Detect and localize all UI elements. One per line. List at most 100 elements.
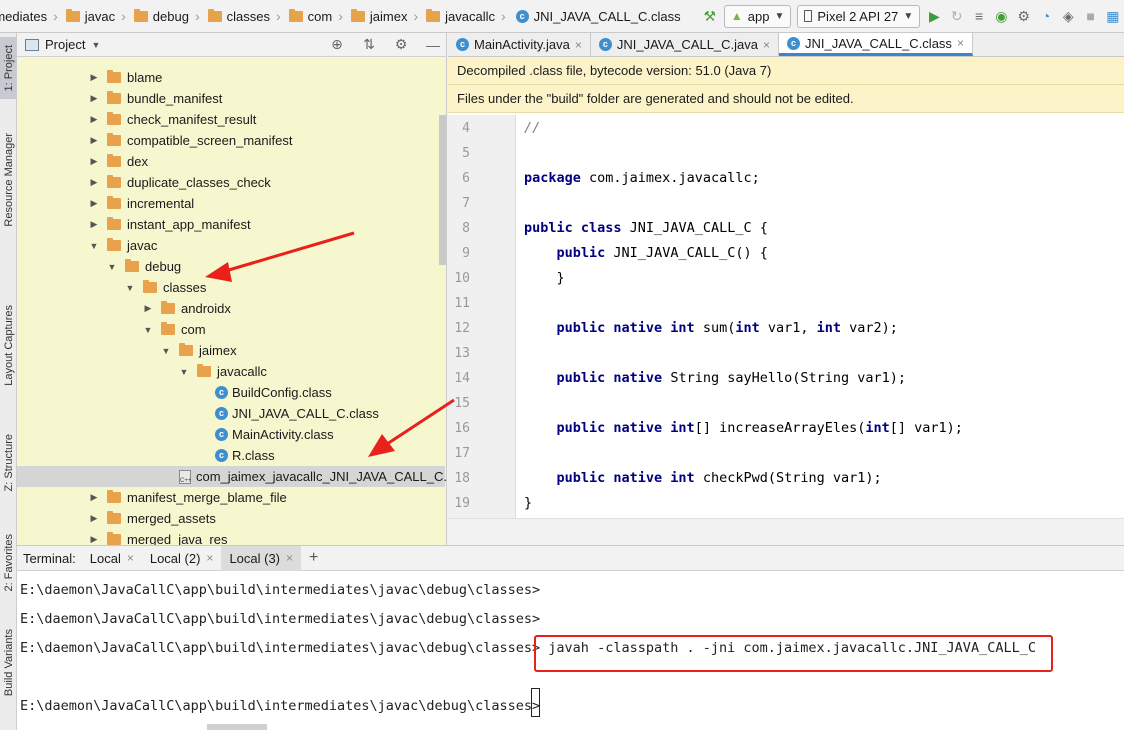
close-icon[interactable]: × <box>127 551 134 565</box>
close-icon[interactable]: × <box>206 551 213 565</box>
gear-icon[interactable]: ⚙ <box>388 36 414 53</box>
collapse-arrow-icon[interactable]: ▶ <box>89 513 99 524</box>
tree-row[interactable]: ▶ dex <box>17 151 445 172</box>
project-scrollbar[interactable] <box>439 115 446 265</box>
tree-row[interactable]: ▶ compatible_screen_manifest <box>17 130 445 151</box>
collapse-arrow-icon[interactable]: ▶ <box>89 156 99 167</box>
expand-arrow-icon[interactable]: ▼ <box>161 346 171 356</box>
code-area[interactable]: 4 5 6 7 8 9 10 11 12 13 14 15 16 17 18 19 // package com… <box>448 115 1124 545</box>
project-tool-tab[interactable]: 1: Project <box>0 37 17 99</box>
resource-manager-tab[interactable]: Resource Manager <box>0 125 17 235</box>
device-select[interactable]: Pixel 2 API 27 ▼ <box>797 4 921 28</box>
tree-row[interactable]: ▼ jaimex <box>17 340 445 361</box>
terminal-tabs: Terminal: Local × Local (2) × Local (3) × + <box>17 545 1124 571</box>
expand-arrow-icon[interactable]: ▼ <box>107 262 117 272</box>
tree-row[interactable]: ▶ merged_assets <box>17 508 445 529</box>
code-keyword: public native int <box>556 470 695 486</box>
collapse-arrow-icon[interactable]: ▶ <box>89 534 99 545</box>
collapse-arrow-icon[interactable]: ▶ <box>89 135 99 146</box>
stop-icon[interactable]: ■ <box>1079 0 1101 32</box>
tree-row[interactable]: ▶ incremental <box>17 193 445 214</box>
collapse-arrow-icon[interactable]: ▶ <box>143 303 153 314</box>
editor-tab[interactable]: c MainActivity.java × <box>448 33 591 56</box>
breadcrumb-item[interactable]: classes › <box>202 0 283 32</box>
tree-row[interactable]: ▶ manifest_merge_blame_file <box>17 487 445 508</box>
tree-row[interactable]: ▼ javacallc <box>17 361 445 382</box>
build-variants-tab[interactable]: Build Variants <box>0 618 17 708</box>
breadcrumb-item[interactable]: debug › <box>128 0 202 32</box>
minimize-icon[interactable]: — <box>420 37 446 53</box>
favorites-tab[interactable]: 2: Favorites <box>0 518 17 608</box>
breadcrumb-item[interactable]: javacallc › <box>420 0 508 32</box>
tree-row[interactable]: ▼ classes <box>17 277 445 298</box>
tree-row[interactable]: ▶ check_manifest_result <box>17 109 445 130</box>
collapse-arrow-icon[interactable]: ▶ <box>89 72 99 83</box>
breadcrumb-item[interactable]: jaimex › <box>345 0 420 32</box>
rerun-icon[interactable]: ↻ <box>946 0 968 32</box>
collapse-arrow-icon[interactable]: ▶ <box>89 93 99 104</box>
tree-row[interactable]: ▶ blame <box>17 67 445 88</box>
breadcrumb-item[interactable]: rmediates › <box>0 0 60 32</box>
tree-row[interactable]: C++ com_jaimex_javacallc_JNI_JAVA_CALL_C.… <box>17 466 446 487</box>
tree-row[interactable]: c JNI_JAVA_CALL_C.class <box>17 403 445 424</box>
folder-icon <box>288 8 303 22</box>
layout-captures-tab[interactable]: Layout Captures <box>0 295 17 395</box>
collapse-arrow-icon[interactable]: ▶ <box>89 177 99 188</box>
tree-row[interactable]: ▼ debug <box>17 256 445 277</box>
collapse-arrow-icon[interactable]: ▶ <box>89 492 99 503</box>
tree-row[interactable]: c MainActivity.class <box>17 424 445 445</box>
structure-tab[interactable]: Z: Structure <box>0 418 17 508</box>
expand-arrow-icon[interactable]: ▼ <box>143 325 153 335</box>
terminal-tab[interactable]: Local (3) × <box>221 545 302 571</box>
new-terminal-button[interactable]: + <box>309 549 318 567</box>
run-icon[interactable]: ▶ <box>923 0 945 32</box>
close-icon[interactable]: × <box>286 551 293 565</box>
tree-row[interactable]: c BuildConfig.class <box>17 382 445 403</box>
tree-row[interactable]: c R.class <box>17 445 445 466</box>
debug-icon[interactable]: ◉ <box>990 0 1012 32</box>
breadcrumb-item[interactable]: com › <box>283 0 345 32</box>
code-line: package com.jaimex.javacallc; <box>524 170 760 186</box>
tree-row[interactable]: ▶ duplicate_classes_check <box>17 172 445 193</box>
project-panel-header: Project ▼ ⊕ ⇅ ⚙ — <box>17 33 446 57</box>
collapse-arrow-icon[interactable]: ▶ <box>89 198 99 209</box>
code-text: var2); <box>841 320 898 336</box>
breadcrumb-item[interactable]: javac › <box>60 0 128 32</box>
terminal-cursor[interactable] <box>531 688 540 717</box>
folder-icon <box>161 301 175 314</box>
hammer-build-icon[interactable]: ⚒ <box>699 0 721 32</box>
tree-item-label: incremental <box>127 196 195 211</box>
attach-debugger-icon[interactable]: ⚙ <box>1013 0 1035 32</box>
terminal-tab[interactable]: Local (2) × <box>142 546 222 571</box>
close-icon[interactable]: × <box>763 38 770 52</box>
tree-row[interactable]: ▶ bundle_manifest <box>17 88 445 109</box>
tree-row[interactable]: ▼ com <box>17 319 445 340</box>
profiler-icon[interactable]: ◔ <box>1035 0 1057 32</box>
editor-tab-label: MainActivity.java <box>474 37 570 52</box>
line-number: 5 <box>462 146 470 161</box>
terminal-tab[interactable]: Local × <box>82 546 142 571</box>
locate-icon[interactable]: ⊕ <box>324 36 350 53</box>
editor-tab[interactable]: c JNI_JAVA_CALL_C.class × <box>779 33 973 56</box>
tree-row[interactable]: ▶ instant_app_manifest <box>17 214 445 235</box>
tree-row[interactable]: ▼ javac <box>17 235 445 256</box>
collapse-arrow-icon[interactable]: ▶ <box>89 114 99 125</box>
run-config-select[interactable]: ▲ app ▼ <box>723 4 792 28</box>
close-icon[interactable]: × <box>957 36 964 50</box>
sync-gradle-icon[interactable]: ▦ <box>1102 0 1124 32</box>
expand-arrow-icon[interactable]: ▼ <box>179 367 189 377</box>
close-icon[interactable]: × <box>575 38 582 52</box>
coverage-icon[interactable]: ◈ <box>1057 0 1079 32</box>
project-view-label[interactable]: Project <box>45 37 85 52</box>
collapse-arrow-icon[interactable]: ▶ <box>89 219 99 230</box>
tree-row[interactable]: ▶ merged_java_res <box>17 529 445 545</box>
terminal-scrollbar[interactable] <box>207 724 267 730</box>
breadcrumb-item[interactable]: c JNI_JAVA_CALL_C.class <box>508 0 683 32</box>
editor-tab[interactable]: c JNI_JAVA_CALL_C.java × <box>591 33 780 56</box>
apply-changes-icon[interactable]: ≡ <box>968 0 990 32</box>
collapse-all-icon[interactable]: ⇅ <box>356 36 382 53</box>
tree-row[interactable]: ▶ androidx <box>17 298 445 319</box>
expand-arrow-icon[interactable]: ▼ <box>125 283 135 293</box>
chevron-down-icon[interactable]: ▼ <box>91 40 100 50</box>
expand-arrow-icon[interactable]: ▼ <box>89 241 99 251</box>
